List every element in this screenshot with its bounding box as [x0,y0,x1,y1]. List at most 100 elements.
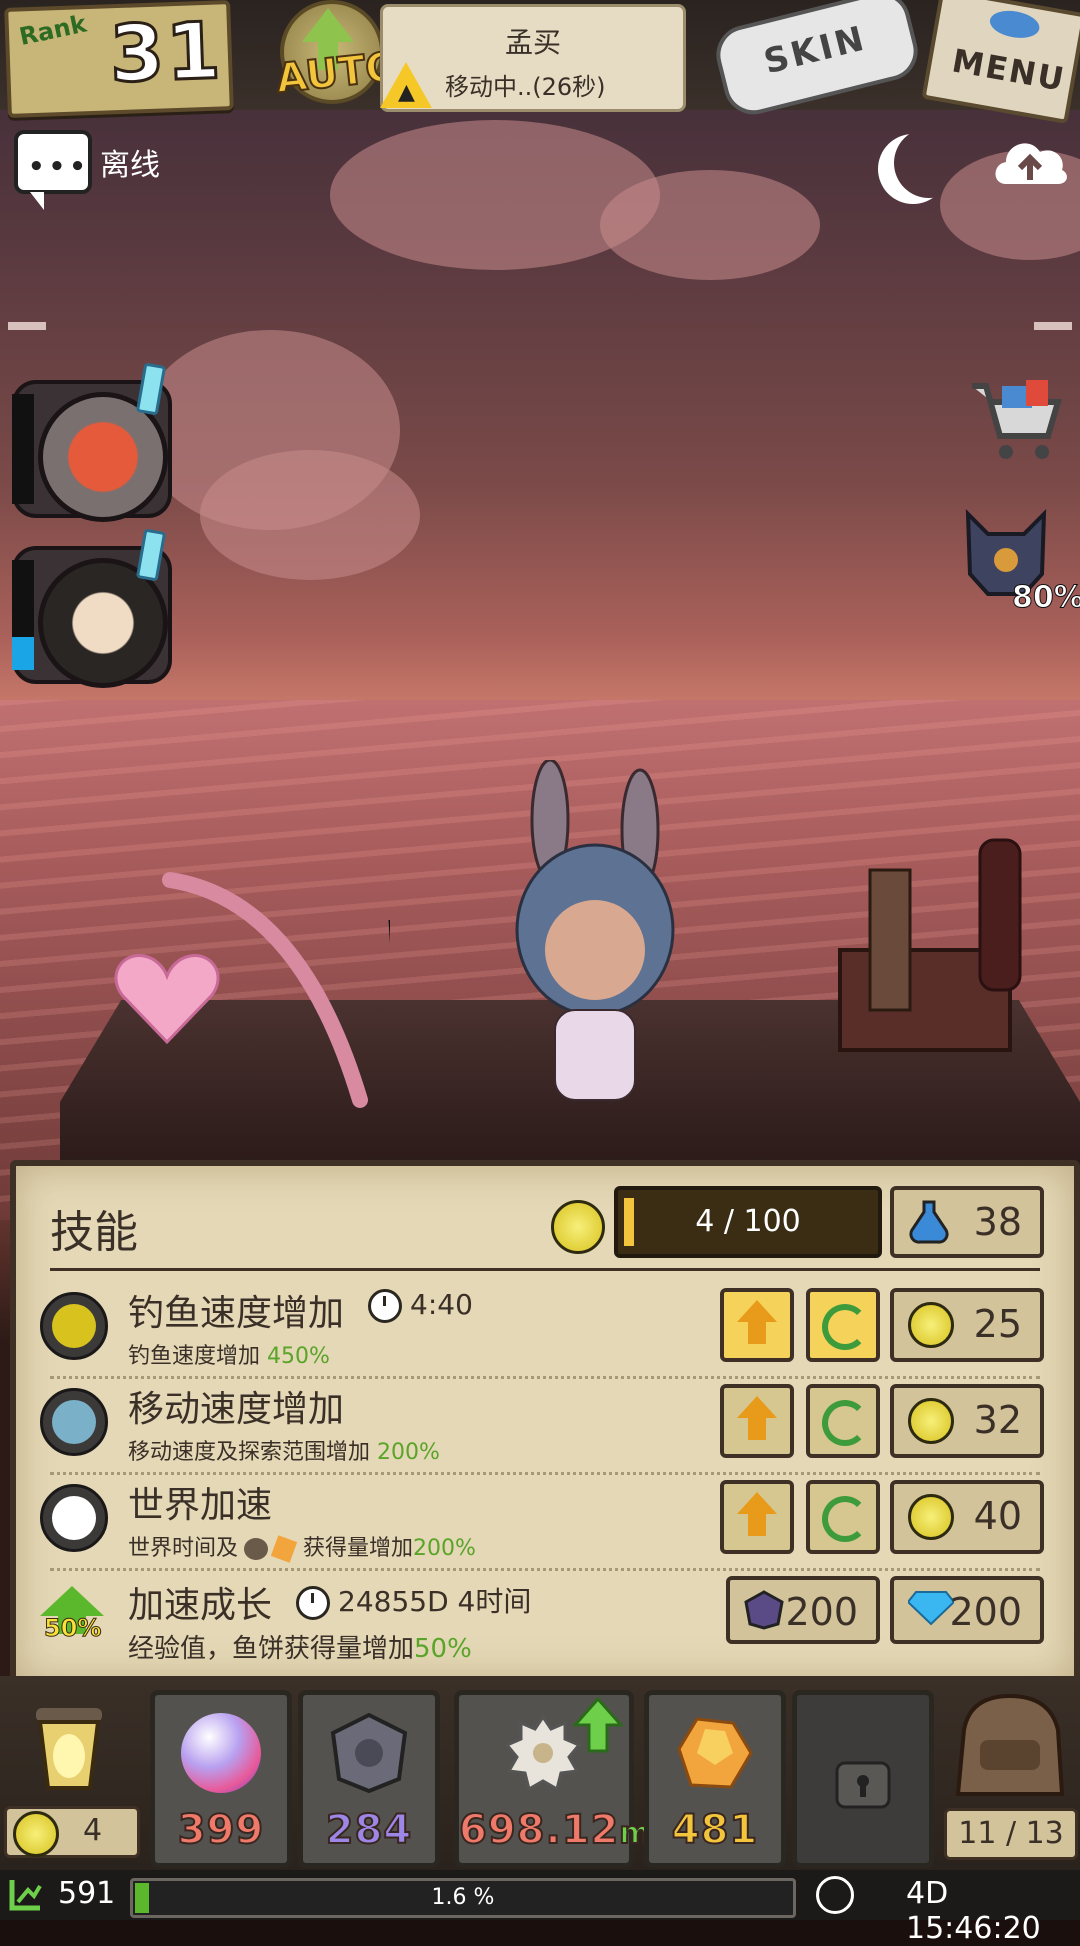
skill-name: 加速成长 [128,1585,273,1626]
skin-label: SKIN [760,18,871,83]
potion-count: 38 [973,1200,1022,1244]
lamp-icon[interactable] [14,1700,124,1810]
item-count: 481 [671,1806,759,1854]
energy-fill [12,637,34,670]
skill-point-text: 4 / 100 [695,1204,801,1239]
player-character[interactable] [500,760,690,1120]
upgrade-arrow-icon [573,1697,623,1753]
item-count: 399 [177,1806,265,1854]
skill-point-icon [908,1302,954,1348]
skill-point-icon [908,1494,954,1540]
skill-description: 钓鱼速度增加 450% [128,1344,330,1369]
rank-badge[interactable]: Rank 31 [4,0,234,118]
mask-percent: 80% [1012,580,1080,616]
skill-point-icon [13,1811,59,1857]
potion-icon [909,1200,949,1244]
skill-timer: 4:40 [368,1288,473,1323]
character-portrait-octopus[interactable] [12,362,172,522]
upgrade-button[interactable] [720,1480,794,1554]
amber-icon [270,1535,298,1563]
clock-icon [368,1289,402,1323]
menu-label: MENU [949,41,1069,99]
skull-stone-icon [330,1713,408,1793]
energy-bar [12,394,34,504]
move-speed-icon [40,1388,108,1456]
item-count: 284 [325,1806,413,1854]
panel-title: 技能 [50,1207,138,1258]
fish-icon [987,7,1042,42]
amber-icon [677,1717,753,1789]
skill-cost-button[interactable]: 25 [890,1288,1044,1362]
dark-stone-cost: 200 [785,1590,858,1634]
diamond-icon [908,1591,954,1626]
gem-cost: 200 [949,1590,1022,1634]
skill-cost: 40 [973,1494,1022,1538]
gear-icon [504,1714,582,1792]
skill-cost-button[interactable]: 32 [890,1384,1044,1458]
skill-name: 世界加速 [128,1485,273,1526]
wine-crate [838,838,1022,1052]
location-status: 移动中..(26秒) [445,73,606,101]
energy-bar [12,560,34,670]
up-arrow-icon [302,8,354,42]
skill-panel: 技能 4 / 100 38 钓鱼速度增加 4:40 钓鱼速度增加 450% 25… [10,1160,1080,1688]
upgrade-button[interactable] [720,1288,794,1362]
world-speed-icon [40,1484,108,1552]
cloud-upload-icon[interactable] [990,130,1070,190]
inventory-slot-skull-stone[interactable]: 284 [298,1690,440,1868]
skill-point-icon [908,1398,954,1444]
shopping-cart-icon[interactable] [966,372,1062,464]
renew-button[interactable] [806,1384,880,1458]
chat-icon[interactable]: ••• [14,130,92,210]
exp-percent: 1.6 % [431,1885,495,1910]
fishing-rod [162,872,390,1108]
rank-label: Rank [16,9,89,52]
rank-value: 31 [107,5,226,102]
skill-cost: 32 [973,1398,1022,1442]
exp-bar: 1.6 % [130,1878,796,1918]
dark-stone-icon [744,1590,784,1630]
moon-icon[interactable] [894,128,964,198]
fish-cake-icon [244,1538,269,1560]
inventory-slot-gear[interactable]: 698.12m [454,1690,652,1868]
upgrade-button[interactable] [720,1384,794,1458]
skill-description: 世界时间及 获得量增加200% [128,1535,476,1563]
fishing-speed-icon [40,1292,108,1360]
skill-cost: 25 [973,1302,1022,1346]
skill-name: 移动速度增加 [128,1389,345,1430]
skill-point-bar: 4 / 100 [614,1186,882,1258]
growth-badge: 50% [43,1614,102,1643]
chat-status: 离线 [100,148,160,183]
level-icon [9,1880,42,1911]
gem-cost-button[interactable]: 200 [890,1576,1044,1644]
inventory-slot-locked[interactable] [792,1690,934,1868]
inventory-slot-orb[interactable]: 399 [150,1690,292,1868]
item-count: 698.12m [458,1806,652,1854]
skill-cost-button[interactable]: 40 [890,1480,1044,1554]
lamp-count: 4 [83,1813,103,1848]
renew-button[interactable] [806,1480,880,1554]
location-name: 孟买 [504,26,561,59]
bag-icon[interactable] [950,1690,1068,1806]
left-dash [8,322,46,330]
skill-name: 钓鱼速度增加 [128,1293,345,1334]
growth-arrow-icon [40,1586,104,1616]
cloud [200,450,420,580]
renew-button[interactable] [806,1288,880,1362]
bag-count: 11 / 13 [944,1808,1078,1860]
orb-icon [181,1713,261,1793]
clock-icon [296,1586,330,1620]
lock-icon [835,1761,891,1809]
skill-description: 经验值，鱼饼获得量增加50% [128,1634,472,1664]
skill-timer: 24855D 4时间 [296,1580,531,1620]
skill-point-icon [551,1200,605,1254]
clock-icon [816,1876,854,1914]
dark-stone-cost-button[interactable]: 200 [726,1576,880,1644]
game-time: 4D 15:46:20 [906,1876,1041,1946]
right-dash [1034,322,1072,330]
lamp-count-box[interactable]: 4 [4,1806,140,1858]
character-portrait-girl[interactable] [12,528,172,688]
inventory-slot-amber[interactable]: 481 [644,1690,786,1868]
potion-count-button[interactable]: 38 [890,1186,1044,1258]
cloud [600,170,820,280]
